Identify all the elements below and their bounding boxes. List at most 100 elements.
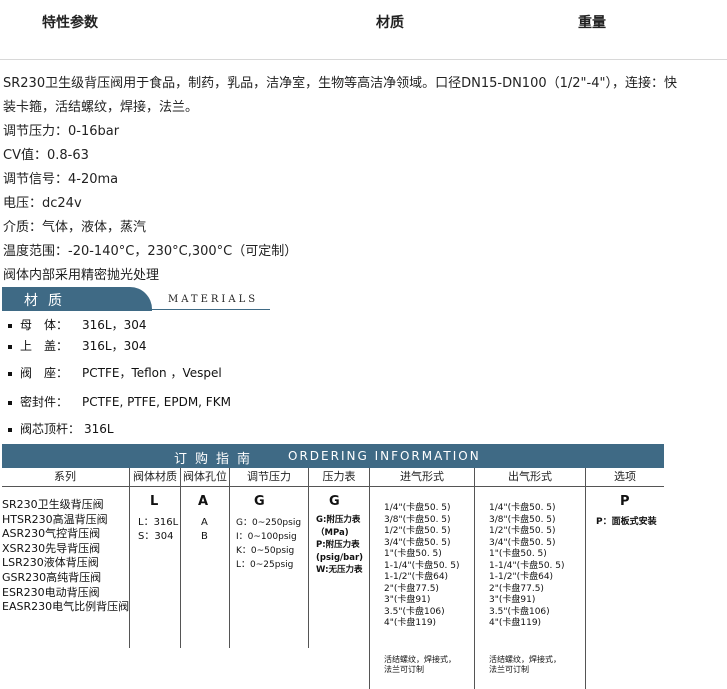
col-option: 选项 <box>614 470 636 483</box>
header-specs: 特性参数 <box>42 15 98 31</box>
list-item: 2"(卡盘77.5) <box>489 583 544 594</box>
note-line: 法兰可订制 <box>384 665 424 674</box>
outlet-options: 1/4"(卡盘50. 5) 3/8"(卡盘50. 5) 1/2"(卡盘50. 5… <box>489 503 565 630</box>
list-item: P:附压力表 <box>316 540 360 550</box>
material-item: 上 盖： 316L，304 <box>8 337 147 354</box>
port-options: A B <box>201 516 208 544</box>
outlet-note: 活结螺纹，焊接式， 法兰可订制 <box>489 655 561 675</box>
col-outlet: 出气形式 <box>508 470 552 483</box>
desc-line: 电压：dc24v <box>3 196 82 211</box>
desc-line: SR230卫生级背压阀用于食品，制药，乳品，洁净室，生物等高洁净领域。口径DN1… <box>3 76 677 91</box>
header-weight: 重量 <box>578 15 606 31</box>
list-item: GSR230高纯背压阀 <box>2 570 102 584</box>
list-item: G：0~250psig <box>236 518 302 528</box>
materials-tab: 材质 <box>2 287 152 311</box>
material-value: PCTFE，Teflon ，Vespel <box>82 366 222 380</box>
list-item: 3/4"(卡盘50. 5) <box>489 537 556 548</box>
desc-line: 装卡箍，活结螺纹，焊接，法兰。 <box>3 100 199 115</box>
list-item: L：316L <box>138 517 179 528</box>
list-item: SR230卫生级背压阀 <box>2 498 104 511</box>
material-label: 阀 座： <box>20 366 69 380</box>
bullet-icon <box>8 371 12 376</box>
bullet-icon <box>8 427 12 432</box>
ordering-banner: 订购指南 ORDERING INFORMATION <box>2 444 664 468</box>
list-item: (psig/bar) <box>316 552 364 563</box>
pressure-options: G：0~250psig I：0~100psig K：0~50psig L：0~2… <box>236 516 301 572</box>
list-item: ESR230电动背压阀 <box>2 585 100 599</box>
desc-line: CV值：0.8-63 <box>3 148 89 163</box>
list-item: W:无压力表 <box>316 565 363 575</box>
list-item: XSR230先导背压阀 <box>2 541 101 555</box>
list-item: ASR230气控背压阀 <box>2 527 101 541</box>
list-item: S：304 <box>138 531 174 542</box>
material-item: 密封件： PCTFE, PTFE, EPDM, FKM <box>8 393 231 410</box>
col-divider <box>474 468 475 689</box>
material-value: 316L <box>84 422 114 436</box>
bullet-icon <box>8 400 12 405</box>
bullet-icon <box>8 344 12 349</box>
list-item: 1/2"(卡盘50. 5) <box>384 526 451 536</box>
material-label: 阀芯顶杆： <box>20 422 81 436</box>
list-item: 3.5"(卡盘106) <box>384 606 445 617</box>
list-item: HTSR230高温背压阀 <box>2 512 108 526</box>
material-item: 阀芯顶杆： 316L <box>8 420 114 437</box>
col-divider <box>129 468 130 648</box>
col-material: 阀体材质 <box>133 470 177 483</box>
col-divider <box>369 468 370 689</box>
code-pressure: G <box>254 494 265 509</box>
list-item: L：0~25psig <box>236 560 294 570</box>
col-gauge: 压力表 <box>322 470 356 483</box>
col-divider <box>180 468 181 648</box>
header-material: 材质 <box>376 15 404 31</box>
list-item: 1-1/2"(卡盘64) <box>384 572 449 582</box>
option-item: P：面板式安装 <box>596 517 657 527</box>
list-item: （MPa) <box>316 527 349 538</box>
list-item: EASR230电气比例背压阀 <box>2 600 130 614</box>
note-line: 活结螺纹，焊接式， <box>384 655 456 664</box>
list-item: 1-1/4"(卡盘50. 5) <box>489 560 565 571</box>
desc-line: 调节信号：4-20ma <box>3 172 119 187</box>
code-port: A <box>198 494 209 509</box>
material-value: PCTFE, PTFE, EPDM, FKM <box>82 395 231 409</box>
list-item: 3"(卡盘91) <box>489 595 536 605</box>
gauge-options: G:附压力表 （MPa) P:附压力表 (psig/bar) W:无压力表 <box>316 514 363 577</box>
materials-underline <box>152 309 270 310</box>
material-item: 阀 座： PCTFE，Teflon ，Vespel <box>8 364 222 381</box>
material-item: 母 体： 316L，304 <box>8 316 147 333</box>
series-list: SR230卫生级背压阀 HTSR230高温背压阀 ASR230气控背压阀 XSR… <box>2 498 129 615</box>
material-value: 316L，304 <box>82 339 147 353</box>
material-label: 母 体： <box>20 318 69 332</box>
list-item: 1/4"(卡盘50. 5) <box>384 503 451 513</box>
col-divider <box>229 468 230 648</box>
materials-banner: 材质 MATERIALS <box>2 287 270 311</box>
desc-line: 调节压力：0-16bar <box>3 124 120 139</box>
list-item: 3.5"(卡盘106) <box>489 606 550 617</box>
col-inlet: 进气形式 <box>400 470 444 483</box>
material-label: 上 盖： <box>20 339 69 353</box>
inlet-options: 1/4"(卡盘50. 5) 3/8"(卡盘50. 5) 1/2"(卡盘50. 5… <box>384 503 460 630</box>
list-item: 3/8"(卡盘50. 5) <box>489 514 556 525</box>
list-item: 1-1/2"(卡盘64) <box>489 572 554 582</box>
material-value: 316L，304 <box>82 318 147 332</box>
bullet-icon <box>8 323 12 328</box>
list-item: 4"(卡盘119) <box>489 618 542 628</box>
list-item: 4"(卡盘119) <box>384 618 437 628</box>
ordering-title-zh: 订购指南 <box>174 452 259 467</box>
materials-title-en: MATERIALS <box>168 294 259 305</box>
list-item: 2"(卡盘77.5) <box>384 583 439 594</box>
list-item: B <box>201 531 208 542</box>
material-options: L：316L S：304 <box>138 516 178 544</box>
list-item: 1/4"(卡盘50. 5) <box>489 503 556 513</box>
list-item: 1"(卡盘50. 5) <box>489 549 547 559</box>
material-label: 密封件： <box>20 395 69 409</box>
list-item: 1"(卡盘50. 5) <box>384 549 442 559</box>
list-item: K：0~50psig <box>236 546 295 556</box>
code-gauge: G <box>329 494 340 509</box>
note-line: 法兰可订制 <box>489 665 529 674</box>
col-series: 系列 <box>54 470 76 483</box>
list-item: 3"(卡盘91) <box>384 595 431 605</box>
list-item: LSR230液体背压阀 <box>2 556 99 570</box>
list-item: 3/4"(卡盘50. 5) <box>384 537 451 548</box>
desc-line: 温度范围：-20-140°C，230°C,300°C（可定制） <box>3 244 298 259</box>
desc-line: 阀体内部采用精密抛光处理 <box>3 268 160 283</box>
